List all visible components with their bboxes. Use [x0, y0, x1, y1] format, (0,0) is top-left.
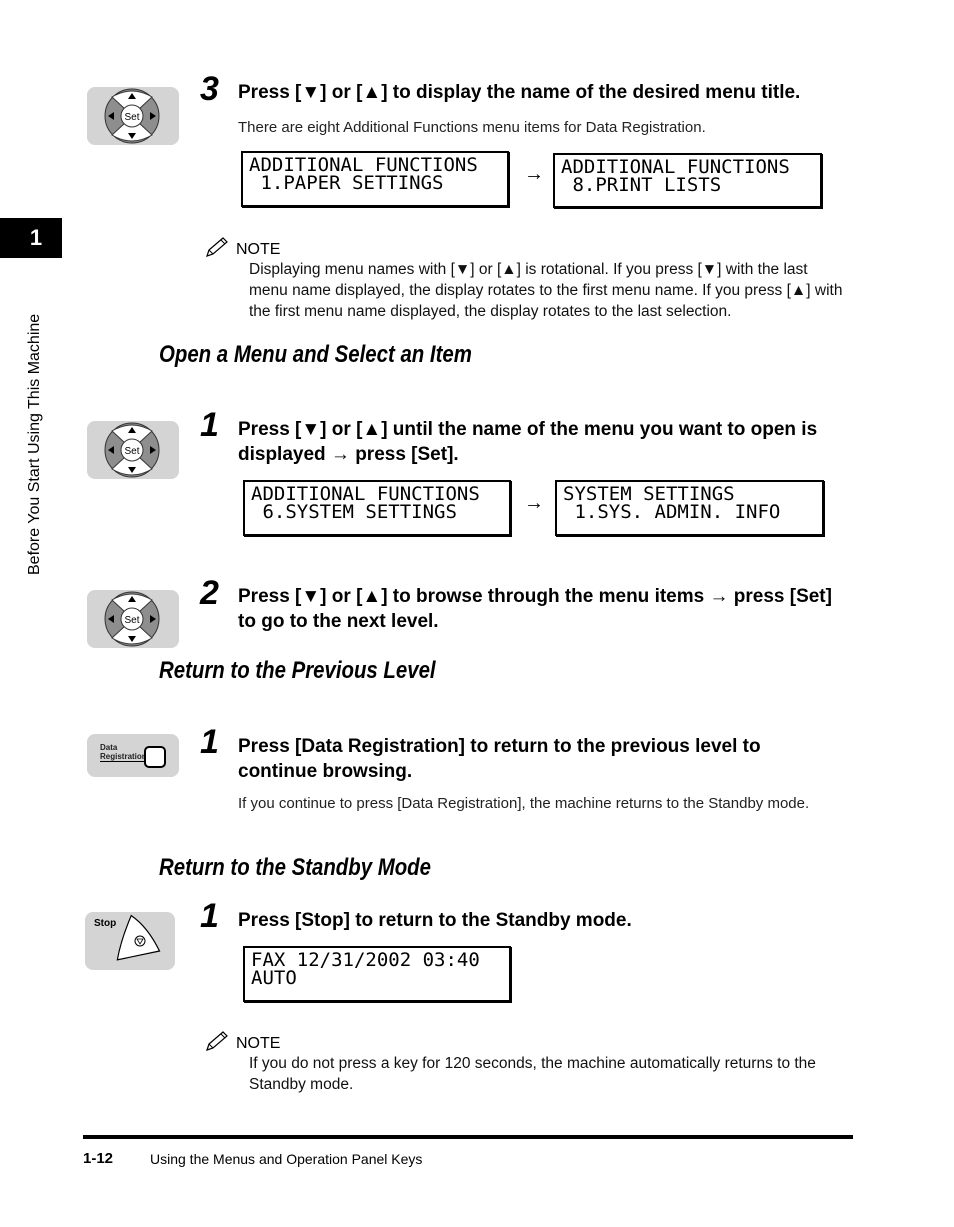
- svg-text:Set: Set: [124, 112, 139, 123]
- lcd-line: 1.PAPER SETTINGS: [249, 172, 444, 194]
- key-label-line: Registration: [100, 752, 147, 762]
- lcd-line: 1.SYS. ADMIN. INFO: [563, 501, 781, 523]
- footer-divider: [83, 1135, 853, 1139]
- key-label: Data Registration: [100, 743, 147, 762]
- note-text: If you do not press a key for 120 second…: [249, 1055, 816, 1093]
- step-number: 1: [200, 897, 219, 935]
- step-number: 1: [200, 406, 219, 444]
- chapter-number: 1: [29, 225, 43, 250]
- set-key-icon: Set: [87, 421, 179, 479]
- pencil-icon: [204, 1030, 230, 1057]
- lcd-display: ADDITIONAL FUNCTIONS 8.PRINT LISTS: [553, 153, 822, 208]
- lcd-line: 8.PRINT LISTS: [561, 174, 722, 196]
- svg-text:Set: Set: [124, 446, 139, 457]
- note-label: NOTE: [236, 240, 281, 258]
- footer-section-title: Using the Menus and Operation Panel Keys: [150, 1151, 423, 1167]
- step-description: If you continue to press [Data Registrat…: [238, 795, 810, 812]
- step-number: 2: [200, 574, 219, 612]
- lcd-display: SYSTEM SETTINGS 1.SYS. ADMIN. INFO: [555, 480, 824, 536]
- svg-text:Set: Set: [124, 615, 139, 626]
- step-title: Press [▼] or [▲] until the name of the m…: [238, 419, 818, 465]
- set-key-icon: Set: [87, 590, 179, 648]
- note-text: Displaying menu names with [▼] or [▲] is…: [249, 261, 843, 320]
- section-heading: Open a Menu and Select an Item: [159, 341, 472, 368]
- lcd-line: AUTO: [251, 967, 297, 989]
- lcd-display: ADDITIONAL FUNCTIONS 1.PAPER SETTINGS: [241, 151, 509, 207]
- arrow-icon: →: [524, 492, 544, 514]
- section-heading: Return to the Standby Mode: [159, 854, 431, 881]
- lcd-display: ADDITIONAL FUNCTIONS 6.SYSTEM SETTINGS: [243, 480, 511, 536]
- stop-key-icon: Stop: [85, 912, 175, 970]
- set-key-icon: Set: [87, 87, 179, 145]
- arrow-icon: →: [524, 163, 544, 185]
- data-registration-key-icon: Data Registration: [87, 734, 179, 777]
- step-number: 1: [200, 723, 219, 761]
- step-number: 3: [200, 70, 219, 108]
- pencil-icon: [204, 236, 230, 263]
- step-title: Press [▼] or [▲] to browse through the m…: [238, 586, 832, 632]
- lcd-line: 6.SYSTEM SETTINGS: [251, 501, 457, 523]
- step-title: Press [Stop] to return to the Standby mo…: [238, 910, 632, 931]
- step-description: There are eight Additional Functions men…: [238, 119, 706, 136]
- section-heading: Return to the Previous Level: [159, 657, 436, 684]
- lcd-display: FAX 12/31/2002 03:40 AUTO: [243, 946, 511, 1002]
- chapter-title: Before You Start Using This Machine: [26, 313, 43, 575]
- key-label-line: Data: [100, 743, 118, 752]
- key-button: [144, 746, 166, 768]
- step-title: Press [▼] or [▲] to display the name of …: [238, 82, 801, 103]
- step-title: Press [Data Registration] to return to t…: [238, 736, 761, 782]
- chapter-tab: 1: [0, 218, 62, 258]
- page-number: 1-12: [83, 1150, 114, 1167]
- note-label: NOTE: [236, 1034, 281, 1052]
